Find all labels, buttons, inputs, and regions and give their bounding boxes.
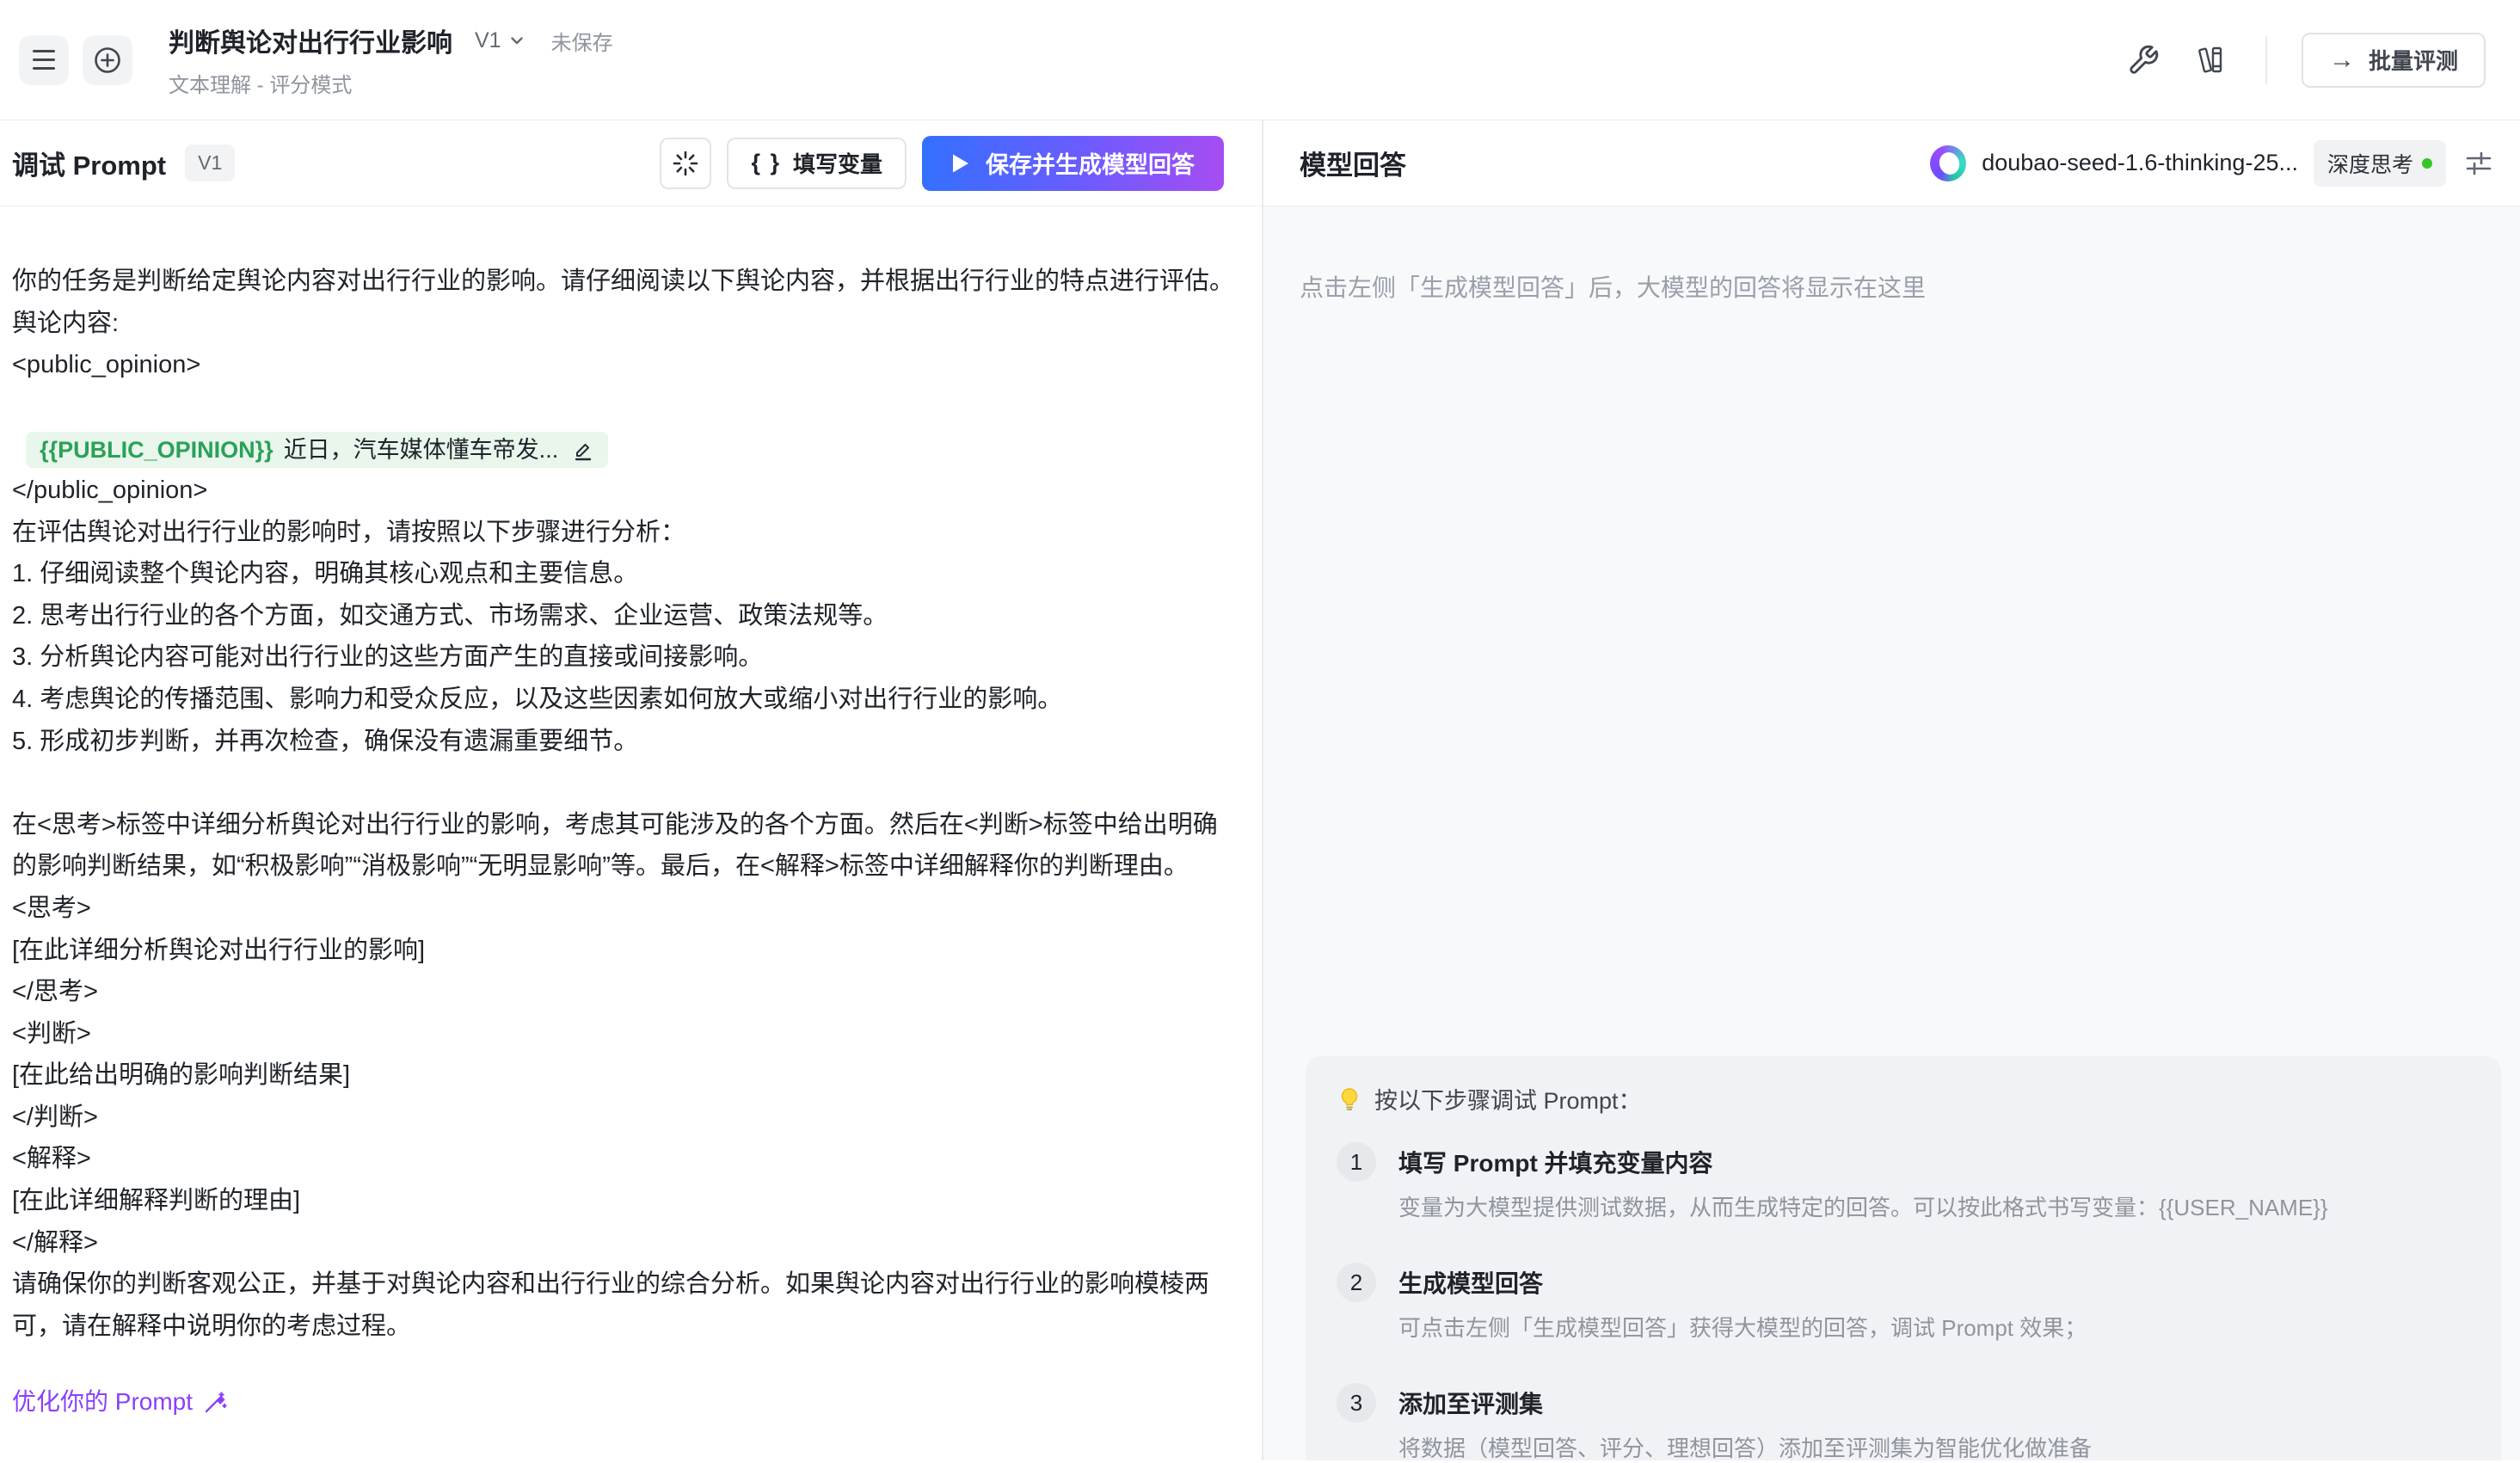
model-settings-button[interactable] bbox=[2462, 146, 2496, 181]
step-description: 变量为大模型提供测试数据，从而生成特定的回答。可以按此格式书写变量：{{USER… bbox=[1398, 1190, 2328, 1222]
burst-icon bbox=[672, 150, 699, 177]
arrow-right-icon: → bbox=[2329, 47, 2355, 73]
page-title: 判断舆论对出行行业影响 bbox=[169, 22, 452, 59]
save-generate-label: 保存并生成模型回答 bbox=[986, 146, 1195, 180]
edit-pencil-icon[interactable] bbox=[572, 439, 594, 461]
prompt-toolbar: { } 填写变量 保存并生成模型回答 bbox=[660, 136, 1224, 191]
menu-button[interactable] bbox=[19, 35, 69, 85]
prompt-line: [在此详细分析舆论对出行行业的影响] bbox=[12, 930, 1239, 972]
variable-name: {{PUBLIC_OPINION}} bbox=[40, 434, 274, 465]
wrench-icon bbox=[2127, 44, 2160, 77]
prompt-line: [在此给出明确的影响判断结果] bbox=[12, 1054, 1239, 1097]
app-root: 判断舆论对出行行业影响 V1 未保存 文本理解 - 评分模式 bbox=[0, 0, 2520, 1460]
prompt-version-badge: V1 bbox=[185, 144, 235, 181]
variable-pill[interactable]: {{PUBLIC_OPINION}} 近日，汽车媒体懂车帝发... bbox=[26, 432, 608, 468]
chevron-down-icon bbox=[508, 32, 526, 49]
header-divider bbox=[2265, 36, 2267, 84]
prompt-line: </思考> bbox=[12, 971, 1239, 1013]
ai-burst-button[interactable] bbox=[660, 138, 711, 189]
optimize-link-label: 优化你的 Prompt bbox=[12, 1381, 193, 1423]
prompt-line: 在<思考>标签中详细分析舆论对出行行业的影响，考虑其可能涉及的各个方面。然后在<… bbox=[12, 804, 1239, 888]
prompt-line: 5. 形成初步判断，并再次检查，确保没有遗漏重要细节。 bbox=[12, 721, 1239, 763]
prompt-panel: 调试 Prompt V1 { } 填写变量 bbox=[0, 120, 1263, 1460]
doubao-logo-icon bbox=[1930, 145, 1966, 181]
step-description: 可点击左侧「生成模型回答」获得大模型的回答，调试 Prompt 效果； bbox=[1398, 1311, 2087, 1343]
online-dot-icon bbox=[2422, 158, 2432, 169]
steps-heading-text: 按以下步骤调试 Prompt： bbox=[1374, 1082, 1642, 1116]
prompt-line: 在评估舆论对出行行业的影响时，请按照以下步骤进行分析： bbox=[12, 512, 1239, 554]
variable-preview: 近日，汽车媒体懂车帝发... bbox=[284, 434, 559, 465]
batch-eval-label: 批量评测 bbox=[2369, 44, 2458, 76]
version-label: V1 bbox=[475, 28, 501, 53]
step-title: 填写 Prompt 并填充变量内容 bbox=[1398, 1145, 2328, 1179]
prompt-line: <public_opinion> bbox=[12, 344, 1239, 386]
deep-think-badge[interactable]: 深度思考 bbox=[2314, 140, 2446, 187]
model-name: doubao-seed-1.6-thinking-25... bbox=[1982, 150, 2298, 176]
model-answer-content: 点击左侧「生成模型回答」后，大模型的回答将显示在这里 按以下步骤调试 Promp… bbox=[1263, 206, 2520, 1460]
bulb-icon bbox=[1337, 1086, 1362, 1112]
steps-heading: 按以下步骤调试 Prompt： bbox=[1337, 1082, 2470, 1116]
title-block: 判断舆论对出行行业影响 V1 未保存 文本理解 - 评分模式 bbox=[169, 22, 613, 98]
prompt-line: </public_opinion> bbox=[12, 470, 1239, 512]
hamburger-icon bbox=[33, 50, 55, 70]
prompt-line: </解释> bbox=[12, 1222, 1239, 1264]
save-generate-button[interactable]: 保存并生成模型回答 bbox=[922, 136, 1224, 191]
tools-button[interactable] bbox=[2124, 41, 2162, 79]
main-split: 调试 Prompt V1 { } 填写变量 bbox=[0, 120, 2520, 1460]
prompt-line: [在此详细解释判断的理由] bbox=[12, 1180, 1239, 1222]
prompt-line: 3. 分析舆论内容可能对出行行业的这些方面产生的直接或间接影响。 bbox=[12, 636, 1239, 679]
version-selector[interactable]: V1 bbox=[475, 28, 526, 53]
steps-card: 按以下步骤调试 Prompt： 1 填写 Prompt 并填充变量内容 变量为大… bbox=[1306, 1056, 2501, 1460]
header-left-group: 判断舆论对出行行业影响 V1 未保存 文本理解 - 评分模式 bbox=[19, 22, 613, 98]
magic-wand-icon bbox=[203, 1391, 227, 1415]
prompt-line: <判断> bbox=[12, 1013, 1239, 1055]
step-number-badge: 2 bbox=[1337, 1263, 1376, 1302]
deep-think-label: 深度思考 bbox=[2327, 148, 2413, 179]
step-title: 添加至评测集 bbox=[1398, 1386, 2092, 1420]
step-item: 3 添加至评测集 将数据（模型回答、评分、理想回答）添加至评测集为智能优化做准备 bbox=[1337, 1386, 2470, 1463]
fill-variables-label: 填写变量 bbox=[793, 147, 882, 179]
save-status: 未保存 bbox=[551, 26, 613, 56]
prompt-line: 2. 思考出行行业的各个方面，如交通方式、市场需求、企业运营、政策法规等。 bbox=[12, 595, 1239, 637]
books-icon bbox=[2195, 43, 2229, 77]
step-item: 1 填写 Prompt 并填充变量内容 变量为大模型提供测试数据，从而生成特定的… bbox=[1337, 1145, 2470, 1222]
model-panel-header: 模型回答 doubao-seed-1.6-thinking-25... 深度思考 bbox=[1263, 120, 2520, 206]
library-button[interactable] bbox=[2193, 41, 2231, 79]
prompt-line: 1. 仔细阅读整个舆论内容，明确其核心观点和主要信息。 bbox=[12, 553, 1239, 595]
prompt-editor[interactable]: 你的任务是判断给定舆论内容对出行行业的影响。请仔细阅读以下舆论内容，并根据出行行… bbox=[0, 206, 1262, 1460]
step-description: 将数据（模型回答、评分、理想回答）添加至评测集为智能优化做准备 bbox=[1398, 1431, 2092, 1463]
play-icon bbox=[951, 153, 970, 174]
prompt-line: </判断> bbox=[12, 1097, 1239, 1139]
step-number-badge: 1 bbox=[1337, 1142, 1376, 1182]
prompt-line: 你的任务是判断给定舆论内容对出行行业的影响。请仔细阅读以下舆论内容，并根据出行行… bbox=[12, 261, 1239, 303]
header-right-group: → 批量评测 bbox=[2124, 33, 2486, 88]
step-title: 生成模型回答 bbox=[1398, 1265, 2087, 1300]
prompt-panel-header: 调试 Prompt V1 { } 填写变量 bbox=[0, 120, 1262, 206]
tune-sliders-icon bbox=[2464, 149, 2493, 178]
model-answer-panel: 模型回答 doubao-seed-1.6-thinking-25... 深度思考 bbox=[1263, 120, 2520, 1460]
step-number-badge: 3 bbox=[1337, 1383, 1376, 1423]
batch-eval-button[interactable]: → 批量评测 bbox=[2302, 33, 2486, 88]
braces-icon: { } bbox=[751, 150, 781, 176]
answer-placeholder: 点击左侧「生成模型回答」后，大模型的回答将显示在这里 bbox=[1300, 269, 2520, 304]
prompt-line: 请确保你的判断客观公正，并基于对舆论内容和出行行业的综合分析。如果舆论内容对出行… bbox=[12, 1263, 1239, 1347]
optimize-prompt-link[interactable]: 优化你的 Prompt bbox=[12, 1381, 227, 1423]
model-panel-title: 模型回答 bbox=[1300, 144, 1406, 182]
prompt-panel-title: 调试 Prompt bbox=[12, 144, 166, 182]
prompt-line: 4. 考虑舆论的传播范围、影响力和受众反应，以及这些因素如何放大或缩小对出行行业… bbox=[12, 679, 1239, 721]
prompt-line: {{PUBLIC_OPINION}} 近日，汽车媒体懂车帝发... bbox=[12, 386, 1239, 470]
top-header: 判断舆论对出行行业影响 V1 未保存 文本理解 - 评分模式 bbox=[0, 0, 2520, 120]
fill-variables-button[interactable]: { } 填写变量 bbox=[727, 138, 907, 189]
page-subtitle: 文本理解 - 评分模式 bbox=[169, 68, 613, 98]
prompt-text: 你的任务是判断给定舆论内容对出行行业的影响。请仔细阅读以下舆论内容，并根据出行行… bbox=[12, 261, 1239, 1347]
step-item: 2 生成模型回答 可点击左侧「生成模型回答」获得大模型的回答，调试 Prompt… bbox=[1337, 1265, 2470, 1343]
prompt-line bbox=[12, 762, 1239, 804]
prompt-line: <解释> bbox=[12, 1138, 1239, 1180]
new-prompt-button[interactable] bbox=[83, 35, 132, 85]
model-selector[interactable]: doubao-seed-1.6-thinking-25... 深度思考 bbox=[1930, 140, 2496, 187]
prompt-line: <思考> bbox=[12, 888, 1239, 930]
plus-circle-icon bbox=[90, 43, 125, 77]
steps-list: 1 填写 Prompt 并填充变量内容 变量为大模型提供测试数据，从而生成特定的… bbox=[1337, 1145, 2470, 1463]
prompt-line: 舆论内容: bbox=[12, 303, 1239, 345]
